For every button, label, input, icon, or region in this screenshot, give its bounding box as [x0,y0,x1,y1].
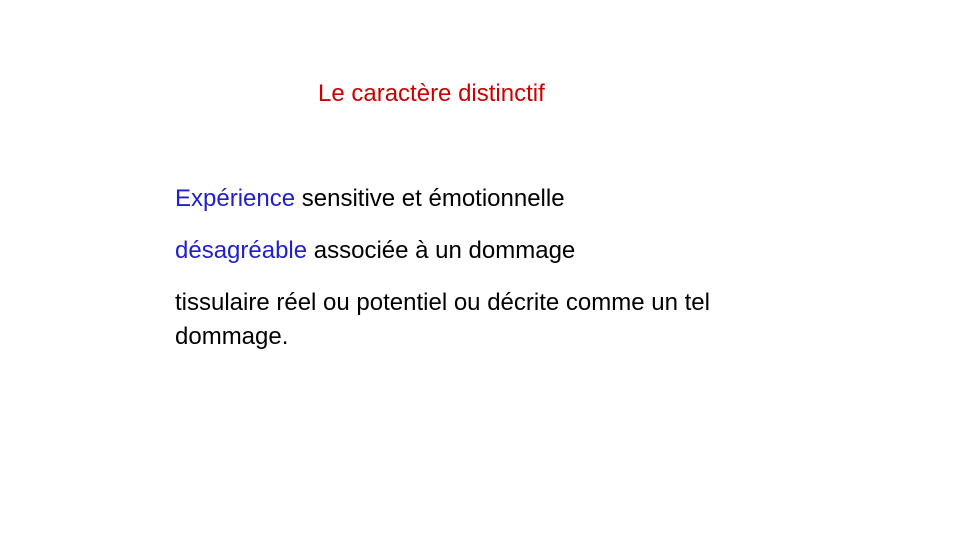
slide-title: Le caractère distinctif [318,80,545,107]
slide-body: Expérience sensitive et émotionnelle dés… [175,182,785,372]
definition-line-1: Expérience sensitive et émotionnelle [175,182,785,216]
highlight-word-desagreable: désagréable [175,237,308,264]
definition-line-3: tissulaire réel ou potentiel ou décrite … [175,289,710,350]
slide: Le caractère distinctif Expérience sensi… [0,0,960,540]
highlight-word-experience: Expérience [175,185,296,212]
line-2-text: associée à un dommage [307,237,576,264]
definition-line-2: désagréable associée à un dommage [175,234,785,268]
line-1-text: sensitive et émotionnelle [295,185,565,212]
